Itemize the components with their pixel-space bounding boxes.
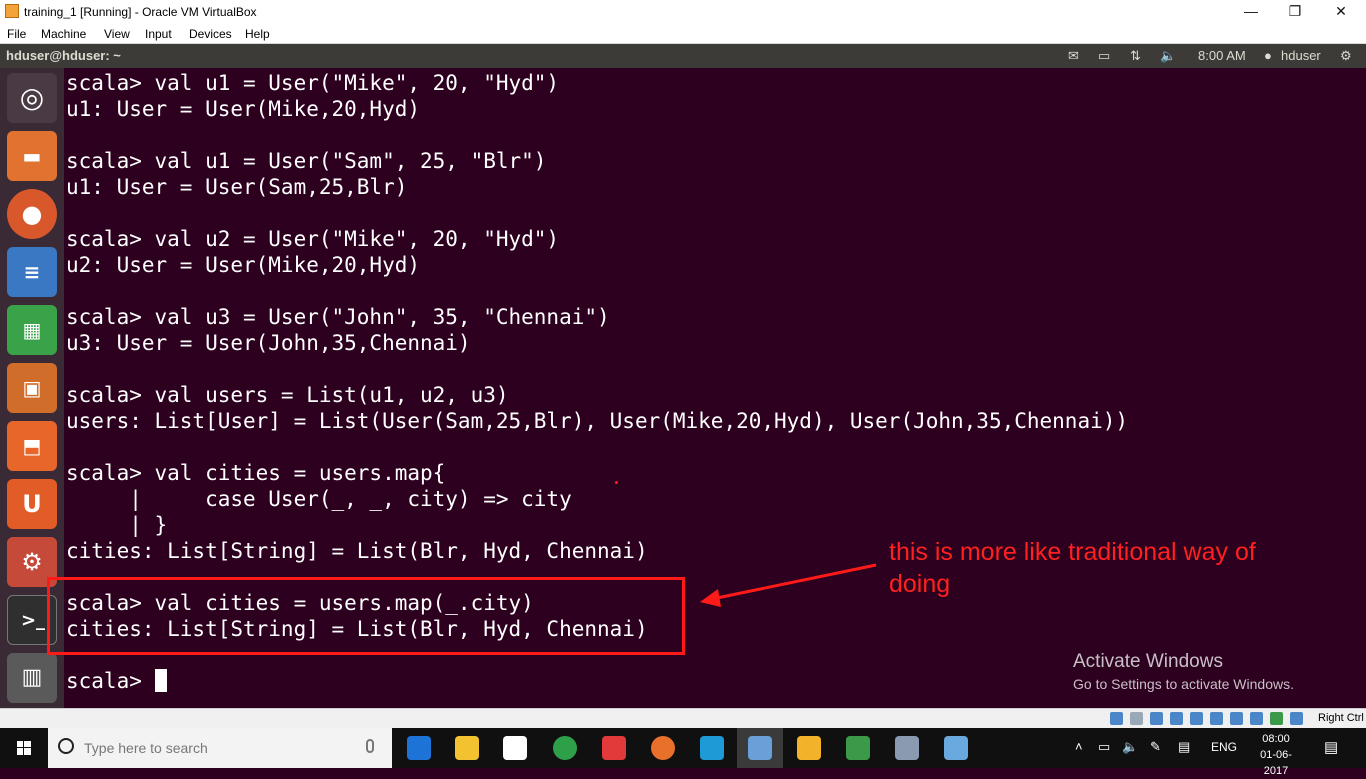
mouse-integration-icon[interactable]	[1290, 712, 1303, 725]
optical-drive-icon[interactable]	[1130, 712, 1143, 725]
ubuntu-one-icon[interactable]: U	[7, 479, 57, 529]
mail-icon[interactable]: ✉	[1068, 48, 1079, 64]
trash-icon[interactable]: ▥	[7, 653, 57, 703]
app-icon-green[interactable]	[846, 736, 870, 760]
terminal-cursor	[154, 669, 167, 692]
writer-icon[interactable]: ≡	[7, 247, 57, 297]
shared-folders-icon[interactable]	[1210, 712, 1223, 725]
tray-language[interactable]: ENG	[1211, 740, 1237, 754]
file-explorer-icon[interactable]	[455, 736, 479, 760]
impress-icon[interactable]: ▣	[7, 363, 57, 413]
vbox-menu-bar: File Machine View Input Devices Help	[0, 24, 1366, 44]
annotation-arrow	[700, 563, 877, 607]
menu-file[interactable]: File	[7, 27, 26, 41]
tray-time: 08:00	[1262, 733, 1290, 745]
tray-chevron-icon[interactable]: ˄	[1075, 739, 1083, 754]
maximize-button[interactable]: ❐	[1272, 0, 1318, 24]
panel-window-title: hduser@hduser: ~	[6, 48, 121, 63]
menu-devices[interactable]: Devices	[189, 27, 232, 41]
highlight-box	[47, 577, 685, 655]
firefox-icon[interactable]: ●	[7, 189, 57, 239]
app-icon-yellow[interactable]	[797, 736, 821, 760]
window-title: training_1 [Running] - Oracle VM Virtual…	[24, 5, 257, 19]
close-button[interactable]: ✕	[1318, 0, 1364, 24]
display-icon[interactable]	[1230, 712, 1243, 725]
ubuntu-dash-icon[interactable]: ◎	[7, 73, 57, 123]
annotation-dot	[615, 481, 618, 484]
vbox-status-bar: Right Ctrl	[0, 708, 1366, 728]
virtualbox-taskbar-icon[interactable]	[748, 736, 772, 760]
menu-input[interactable]: Input	[145, 27, 172, 41]
software-center-icon[interactable]: ⬒	[7, 421, 57, 471]
menu-machine[interactable]: Machine	[41, 27, 86, 41]
host-window-title-bar: training_1 [Running] - Oracle VM Virtual…	[0, 0, 1366, 24]
tray-pen-icon[interactable]: ✎	[1150, 739, 1161, 755]
app-icon-red[interactable]	[602, 736, 626, 760]
windows-taskbar: Type here to search ˄ ▭ 🔈 ✎ ▤ ENG 08:00 …	[0, 728, 1366, 777]
watermark-title: Activate Windows	[1073, 651, 1223, 672]
video-capture-icon[interactable]	[1250, 712, 1263, 725]
menu-help[interactable]: Help	[245, 27, 270, 41]
calc-icon[interactable]: ▦	[7, 305, 57, 355]
usb-icon[interactable]	[1190, 712, 1203, 725]
minimize-button[interactable]: —	[1228, 0, 1274, 24]
network-adapter-icon[interactable]	[1170, 712, 1183, 725]
tray-keyboard-icon[interactable]: ▤	[1178, 739, 1190, 755]
notifications-icon[interactable]: ▤	[1324, 738, 1338, 756]
firefox-taskbar-icon[interactable]	[651, 736, 675, 760]
taskbar-search-box[interactable]: Type here to search	[48, 728, 392, 768]
tray-date: 01-06-2017	[1260, 749, 1292, 777]
cpu-icon[interactable]	[1270, 712, 1283, 725]
volume-icon[interactable]: 🔈	[1160, 48, 1176, 64]
virtualbox-icon	[5, 4, 19, 18]
audio-icon[interactable]	[1150, 712, 1163, 725]
menu-view[interactable]: View	[104, 27, 130, 41]
edge-icon[interactable]	[407, 736, 431, 760]
start-button[interactable]	[0, 728, 48, 768]
watermark-subtitle: Go to Settings to activate Windows.	[1073, 676, 1294, 692]
store-icon[interactable]	[503, 736, 527, 760]
host-key-label: Right Ctrl	[1318, 712, 1364, 724]
skype-icon[interactable]	[700, 736, 724, 760]
terminal-prompt: scala>	[66, 669, 155, 693]
app-icon-grey[interactable]	[895, 736, 919, 760]
annotation-text: this is more like traditional way of doi…	[889, 538, 1256, 598]
system-gear-icon[interactable]: ⚙	[1340, 48, 1352, 64]
user-icon: ●	[1264, 48, 1272, 63]
cortana-icon	[58, 738, 74, 754]
files-icon[interactable]: ▬	[7, 131, 57, 181]
search-placeholder: Type here to search	[84, 740, 208, 756]
tray-volume-icon[interactable]: 🔈	[1122, 739, 1138, 755]
windows-logo-icon	[17, 741, 31, 755]
tray-clock[interactable]: 08:00 01-06-2017	[1250, 731, 1302, 779]
panel-user[interactable]: hduser	[1281, 48, 1321, 63]
chrome-icon[interactable]	[553, 736, 577, 760]
app-icon-blue[interactable]	[944, 736, 968, 760]
microphone-icon[interactable]	[366, 739, 374, 753]
hdd-icon[interactable]	[1110, 712, 1123, 725]
tray-network-icon[interactable]: ▭	[1098, 739, 1110, 755]
panel-clock[interactable]: 8:00 AM	[1198, 48, 1246, 63]
network-icon[interactable]: ⇅	[1130, 48, 1141, 64]
battery-icon[interactable]: ▭	[1098, 48, 1110, 64]
activate-windows-watermark: Activate Windows Go to Settings to activ…	[1073, 650, 1294, 694]
ubuntu-top-panel: hduser@hduser: ~ ✉ ▭ ⇅ 🔈 8:00 AM ● hduse…	[0, 44, 1366, 68]
